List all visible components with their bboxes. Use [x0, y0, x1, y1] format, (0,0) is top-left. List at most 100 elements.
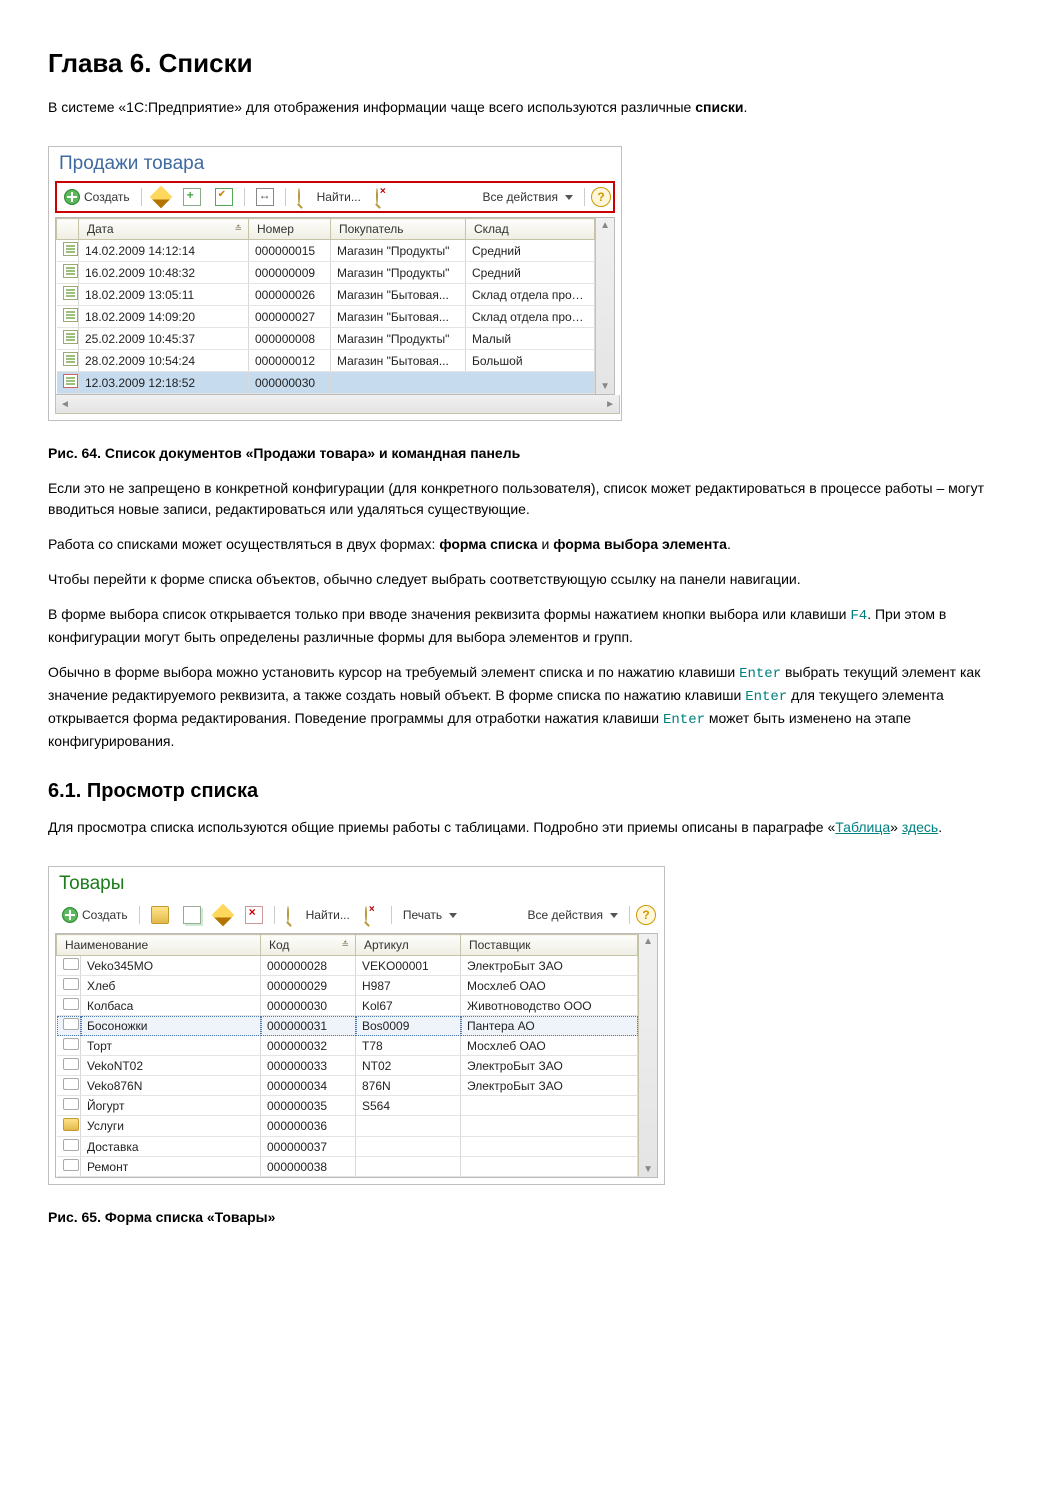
copy-button[interactable]: [178, 904, 206, 926]
table-row[interactable]: 16.02.2009 10:48:32000000009Магазин "Про…: [57, 262, 595, 284]
table-row[interactable]: 18.02.2009 13:05:11000000026Магазин "Быт…: [57, 284, 595, 306]
check-icon: [215, 188, 233, 206]
intro-tail: .: [743, 99, 747, 115]
table-row[interactable]: Veko876N000000034876NЭлектроБыт ЗАО: [57, 1076, 638, 1096]
link-table[interactable]: Таблица: [835, 819, 890, 835]
doc-icon: [63, 264, 78, 278]
fig64-title: Продажи товара: [55, 151, 615, 181]
key-enter: Enter: [663, 712, 705, 728]
all-actions-label: Все действия: [483, 190, 558, 204]
fig64-window: Продажи товара Создать Найти... Все дейс…: [48, 146, 622, 421]
cell-art: [356, 1157, 461, 1177]
intro-text: В системе «1С:Предприятие» для отображен…: [48, 99, 695, 115]
all-actions-button[interactable]: Все действия: [478, 188, 578, 206]
separator: [141, 188, 142, 206]
horizontal-scrollbar[interactable]: ◄ ►: [55, 395, 620, 414]
col-supplier[interactable]: Поставщик: [461, 935, 638, 956]
table-row[interactable]: Торт000000032T78Мосхлеб ОАО: [57, 1036, 638, 1056]
delete-button[interactable]: [240, 904, 268, 926]
table-row[interactable]: 25.02.2009 10:45:37000000008Магазин "Про…: [57, 328, 595, 350]
all-actions-button[interactable]: Все действия: [523, 906, 623, 924]
cell-art: [356, 1116, 461, 1137]
table-row[interactable]: 12.03.2009 12:18:52000000030: [57, 372, 595, 394]
item-icon: [63, 958, 79, 970]
table-row[interactable]: Услуги000000036: [57, 1116, 638, 1137]
icon-col-header[interactable]: [57, 219, 79, 240]
cell-art: H987: [356, 976, 461, 996]
scroll-left-icon[interactable]: ◄: [56, 399, 74, 410]
cell-num: 000000030: [249, 372, 331, 394]
cell-date: 25.02.2009 10:45:37: [79, 328, 249, 350]
item-icon: [63, 1018, 79, 1030]
scroll-up-icon[interactable]: ▲: [643, 934, 653, 949]
edit-button[interactable]: [148, 187, 174, 207]
clear-search-button[interactable]: [370, 187, 396, 207]
cell-name: Ремонт: [81, 1157, 261, 1177]
vertical-scrollbar[interactable]: ▲ ▼: [595, 218, 614, 394]
col-store[interactable]: Склад: [466, 219, 595, 240]
table-row[interactable]: Ремонт000000038: [57, 1157, 638, 1177]
cell-code: 000000037: [261, 1137, 356, 1157]
link-here[interactable]: здесь: [902, 819, 938, 835]
table-row[interactable]: Йогурт000000035S564: [57, 1096, 638, 1116]
cell-supp: [461, 1116, 638, 1137]
cell-buyer: Магазин "Бытовая...: [331, 306, 466, 328]
cell-name: Хлеб: [81, 976, 261, 996]
find-button[interactable]: Найти...: [281, 905, 355, 925]
col-name[interactable]: Наименование: [57, 935, 261, 956]
col-code[interactable]: Код≛: [261, 935, 356, 956]
col-number[interactable]: Номер: [249, 219, 331, 240]
vertical-scrollbar[interactable]: ▲ ▼: [638, 934, 657, 1177]
cell-num: 000000008: [249, 328, 331, 350]
cell-num: 000000015: [249, 240, 331, 262]
table-row[interactable]: 18.02.2009 14:09:20000000027Магазин "Быт…: [57, 306, 595, 328]
help-button[interactable]: ?: [591, 187, 611, 207]
edit-button[interactable]: [210, 905, 236, 925]
cell-buyer: Магазин "Продукты": [331, 240, 466, 262]
item-icon: [63, 1038, 79, 1050]
table-row[interactable]: Хлеб000000029H987Мосхлеб ОАО: [57, 976, 638, 996]
table-row[interactable]: Veko345MO000000028VEKO00001ЭлектроБыт ЗА…: [57, 956, 638, 976]
table-row[interactable]: 28.02.2009 10:54:24000000012Магазин "Быт…: [57, 350, 595, 372]
paragraph-2: Если это не запрещено в конкретной конфи…: [48, 478, 1013, 520]
folder-icon: [63, 1118, 79, 1131]
scroll-down-icon[interactable]: ▼: [643, 1162, 653, 1177]
new-folder-button[interactable]: [146, 904, 174, 926]
help-button[interactable]: ?: [636, 905, 656, 925]
intro-bold: списки: [695, 99, 743, 115]
cell-code: 000000030: [261, 996, 356, 1016]
cell-code: 000000035: [261, 1096, 356, 1116]
print-button[interactable]: Печать: [398, 906, 462, 924]
col-date[interactable]: Дата≛: [79, 219, 249, 240]
table-row[interactable]: 14.02.2009 14:12:14000000015Магазин "Про…: [57, 240, 595, 262]
col-buyer[interactable]: Покупатель: [331, 219, 466, 240]
scroll-up-icon[interactable]: ▲: [600, 218, 610, 233]
cell-supp: ЭлектроБыт ЗАО: [461, 1076, 638, 1096]
item-icon: [63, 1058, 79, 1070]
find-button[interactable]: Найти...: [292, 187, 366, 207]
table-row[interactable]: VekoNT02000000033NT02ЭлектроБыт ЗАО: [57, 1056, 638, 1076]
create-button[interactable]: Создать: [57, 905, 133, 925]
create-label: Создать: [84, 190, 130, 204]
cell-art: 876N: [356, 1076, 461, 1096]
copy-button[interactable]: [178, 186, 206, 208]
table-row[interactable]: Доставка000000037: [57, 1137, 638, 1157]
scroll-down-icon[interactable]: ▼: [600, 379, 610, 394]
clear-search-button[interactable]: [359, 905, 385, 925]
doc-icon: [63, 330, 78, 344]
col-article[interactable]: Артикул: [356, 935, 461, 956]
paragraph-7: Для просмотра списка используются общие …: [48, 817, 1013, 838]
table-row[interactable]: Босоножки000000031Bos0009Пантера АО: [57, 1016, 638, 1036]
chevron-down-icon: [565, 195, 573, 200]
create-button[interactable]: Создать: [59, 187, 135, 207]
cell-buyer: Магазин "Продукты": [331, 328, 466, 350]
cell-date: 16.02.2009 10:48:32: [79, 262, 249, 284]
post-button[interactable]: [210, 186, 238, 208]
intro-paragraph: В системе «1С:Предприятие» для отображен…: [48, 97, 1013, 118]
swap-button[interactable]: [251, 186, 279, 208]
scroll-right-icon[interactable]: ►: [601, 399, 619, 410]
table-row[interactable]: Колбаса000000030Kol67Животноводство ООО: [57, 996, 638, 1016]
cell-supp: ЭлектроБыт ЗАО: [461, 956, 638, 976]
item-icon: [63, 1078, 79, 1090]
cell-buyer: Магазин "Бытовая...: [331, 350, 466, 372]
